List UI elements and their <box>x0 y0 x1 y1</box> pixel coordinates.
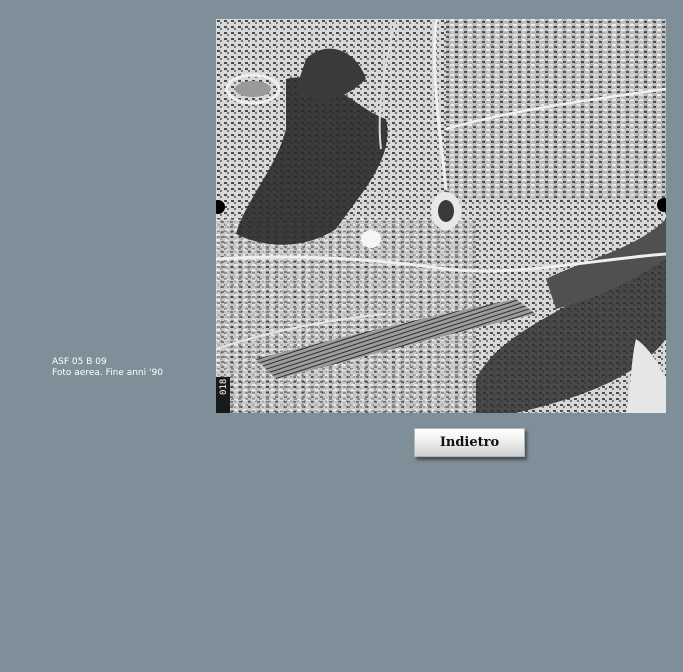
aerial-photo: 018 <box>216 19 666 413</box>
caption-description: Foto aerea. Fine anni '90 <box>52 368 163 378</box>
back-button-label: Indietro <box>439 435 500 450</box>
back-button[interactable]: Indietro <box>414 428 525 457</box>
frame-number: 018 <box>219 379 229 395</box>
photo-caption: ASF 05 B 09 Foto aerea. Fine anni '90 <box>52 357 163 379</box>
caption-code: ASF 05 B 09 <box>52 357 107 367</box>
